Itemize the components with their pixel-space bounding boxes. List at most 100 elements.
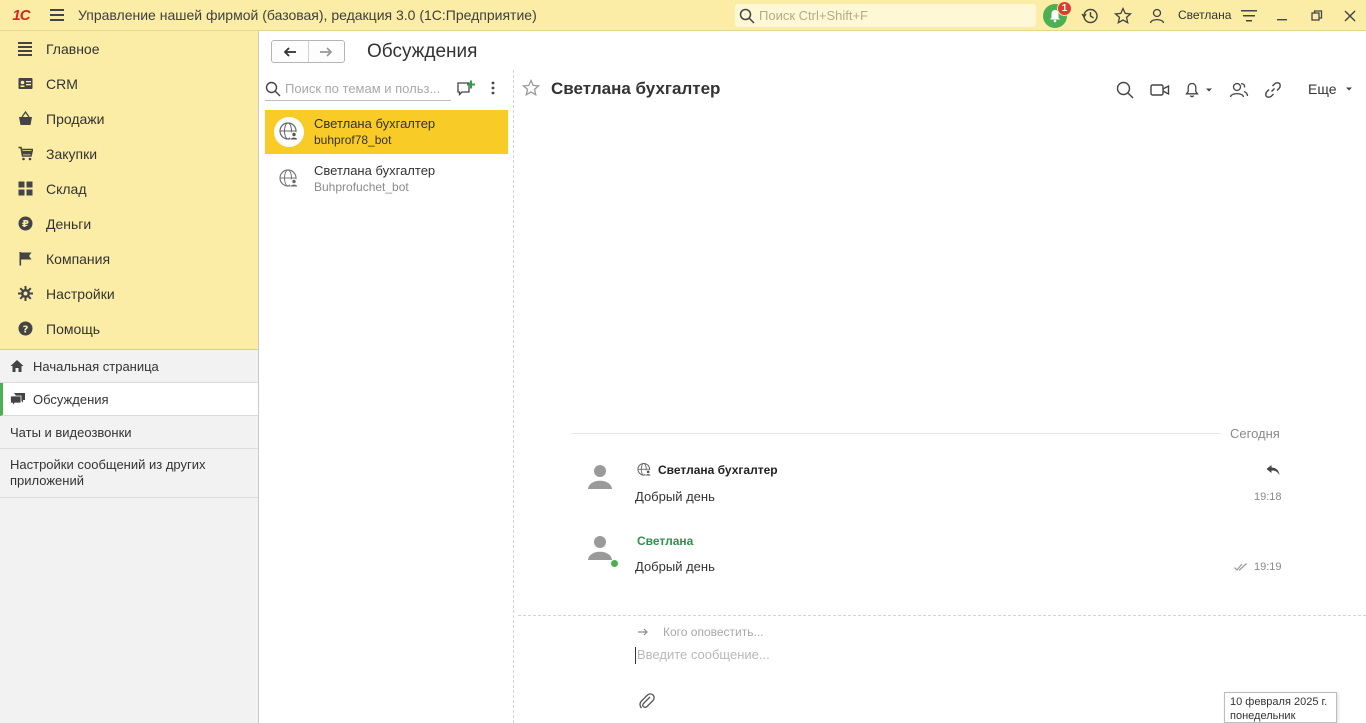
purchase-cart-icon (17, 146, 33, 162)
section-label: CRM (46, 75, 78, 92)
main-menu-icon[interactable] (42, 0, 72, 31)
bot-globe-avatar-icon (274, 117, 304, 147)
nav-home-label: Начальная страница (33, 358, 159, 374)
chat-list-item[interactable]: Светлана бухгалтер Buhprofuchet_bot (265, 157, 508, 201)
app-title: Управление нашей фирмой (базовая), редак… (78, 7, 537, 23)
message-text: Добрый день (635, 559, 715, 574)
nav-chats-label: Чаты и видеозвонки (10, 424, 132, 440)
section-label: Главное (46, 40, 100, 57)
section-purchases[interactable]: Закупки (0, 136, 258, 171)
date-divider (571, 433, 1221, 434)
user-avatar-icon[interactable] (585, 532, 615, 562)
search-icon (265, 81, 281, 96)
section-help[interactable]: ? Помощь (0, 311, 258, 346)
add-chat-icon (457, 80, 475, 96)
chat-item-bot: buhprof78_bot (314, 133, 392, 147)
message-input[interactable]: Введите сообщение... (635, 647, 770, 664)
notify-recipients-input[interactable]: Кого оповестить... (637, 625, 764, 639)
app-logo[interactable]: 1С (0, 0, 42, 31)
back-button[interactable] (272, 41, 309, 62)
section-label: Закупки (46, 145, 98, 162)
help-icon: ? (17, 321, 33, 337)
chat-list-panel: Поиск по темам и польз... Светлана бухга… (259, 70, 514, 723)
money-ruble-icon: ₽ (17, 216, 33, 232)
history-icon[interactable] (1078, 4, 1102, 28)
history-nav-buttons (271, 40, 345, 63)
warehouse-grid-icon (17, 181, 33, 197)
arrow-right-icon (320, 46, 333, 57)
section-main[interactable]: Главное (0, 31, 258, 66)
settings-lines-icon[interactable] (1237, 4, 1261, 28)
notification-badge: 1 (1057, 1, 1072, 16)
section-crm[interactable]: CRM (0, 66, 258, 101)
section-label: Продажи (46, 110, 105, 127)
sales-basket-icon (17, 111, 33, 127)
gear-icon (17, 286, 33, 302)
minimize-icon[interactable] (1271, 4, 1295, 28)
message-author-name: Светлана (637, 534, 694, 548)
favorites-star-icon[interactable] (1111, 4, 1135, 28)
global-search-input[interactable]: Поиск Ctrl+Shift+F (735, 4, 1036, 27)
chat-item-name: Светлана бухгалтер (314, 163, 436, 178)
reply-icon[interactable] (1266, 464, 1280, 479)
arrow-left-icon (283, 46, 296, 57)
chevron-down-icon (1205, 88, 1212, 92)
bell-icon (1184, 82, 1199, 98)
company-flag-icon (17, 251, 33, 267)
nav-home-page[interactable]: Начальная страница (0, 350, 258, 383)
svg-text:₽: ₽ (22, 219, 29, 230)
user-avatar-icon[interactable] (585, 461, 615, 491)
date-tooltip: 10 февраля 2025 г. понедельник (1224, 692, 1337, 723)
message-author[interactable]: Светлана бухгалтер (636, 462, 778, 478)
chat-title: Светлана бухгалтер (551, 79, 721, 98)
chat-list-item[interactable]: Светлана бухгалтер buhprof78_bot (265, 110, 508, 154)
title-bar: 1С Управление нашей фирмой (базовая), ре… (0, 0, 1366, 31)
svg-text:?: ? (22, 325, 28, 336)
message-author-name: Светлана бухгалтер (658, 463, 778, 477)
section-company[interactable]: Компания (0, 241, 258, 276)
composer-divider (518, 615, 1366, 616)
online-status-dot (611, 560, 618, 567)
chat-search-input[interactable]: Поиск по темам и польз... (265, 77, 451, 101)
chat-list-more-button[interactable] (485, 79, 501, 97)
chevron-down-icon (1345, 87, 1352, 91)
global-search-placeholder: Поиск Ctrl+Shift+F (759, 8, 868, 23)
link-icon[interactable] (1262, 80, 1284, 100)
user-icon[interactable] (1145, 4, 1169, 28)
date-tooltip-weekday: понедельник (1230, 710, 1296, 722)
more-menu-label: Еще (1308, 81, 1337, 97)
home-icon (10, 359, 26, 373)
chat-search-icon[interactable] (1114, 80, 1136, 100)
video-call-icon[interactable] (1149, 80, 1171, 100)
section-label: Деньги (46, 215, 92, 232)
forward-button[interactable] (309, 41, 345, 62)
nav-message-settings[interactable]: Настройки сообщений из других приложений (0, 449, 258, 498)
left-navigation: Главное CRM Продажи Закупки Склад ₽ День… (0, 31, 259, 723)
username-label[interactable]: Светлана (1178, 8, 1231, 22)
participants-icon[interactable] (1228, 80, 1250, 100)
section-warehouse[interactable]: Склад (0, 171, 258, 206)
close-icon[interactable] (1338, 4, 1362, 28)
section-sales[interactable]: Продажи (0, 101, 258, 136)
nav-chats[interactable]: Чаты и видеозвонки (0, 416, 258, 449)
message-author[interactable]: Светлана (637, 534, 693, 548)
section-money[interactable]: ₽ Деньги (0, 206, 258, 241)
notifications-dropdown[interactable] (1181, 80, 1215, 100)
notifications-button[interactable]: 1 (1043, 1, 1072, 28)
notify-placeholder: Кого оповестить... (663, 625, 764, 639)
more-menu-button[interactable]: Еще (1308, 81, 1353, 97)
section-settings[interactable]: Настройки (0, 276, 258, 311)
section-label: Компания (46, 250, 111, 267)
double-check-icon (1234, 560, 1248, 575)
page-title: Обсуждения (367, 41, 478, 62)
chat-search-placeholder: Поиск по темам и польз... (285, 81, 441, 96)
arrow-right-icon (638, 628, 648, 636)
crm-card-icon (17, 76, 33, 92)
restore-icon[interactable] (1305, 4, 1329, 28)
sections-panel: Главное CRM Продажи Закупки Склад ₽ День… (0, 31, 258, 350)
paperclip-icon[interactable] (638, 692, 656, 713)
bot-globe-icon (637, 462, 652, 477)
favorite-star-icon[interactable] (521, 78, 541, 100)
nav-discussions[interactable]: Обсуждения (0, 383, 258, 416)
new-discussion-button[interactable] (456, 79, 476, 97)
